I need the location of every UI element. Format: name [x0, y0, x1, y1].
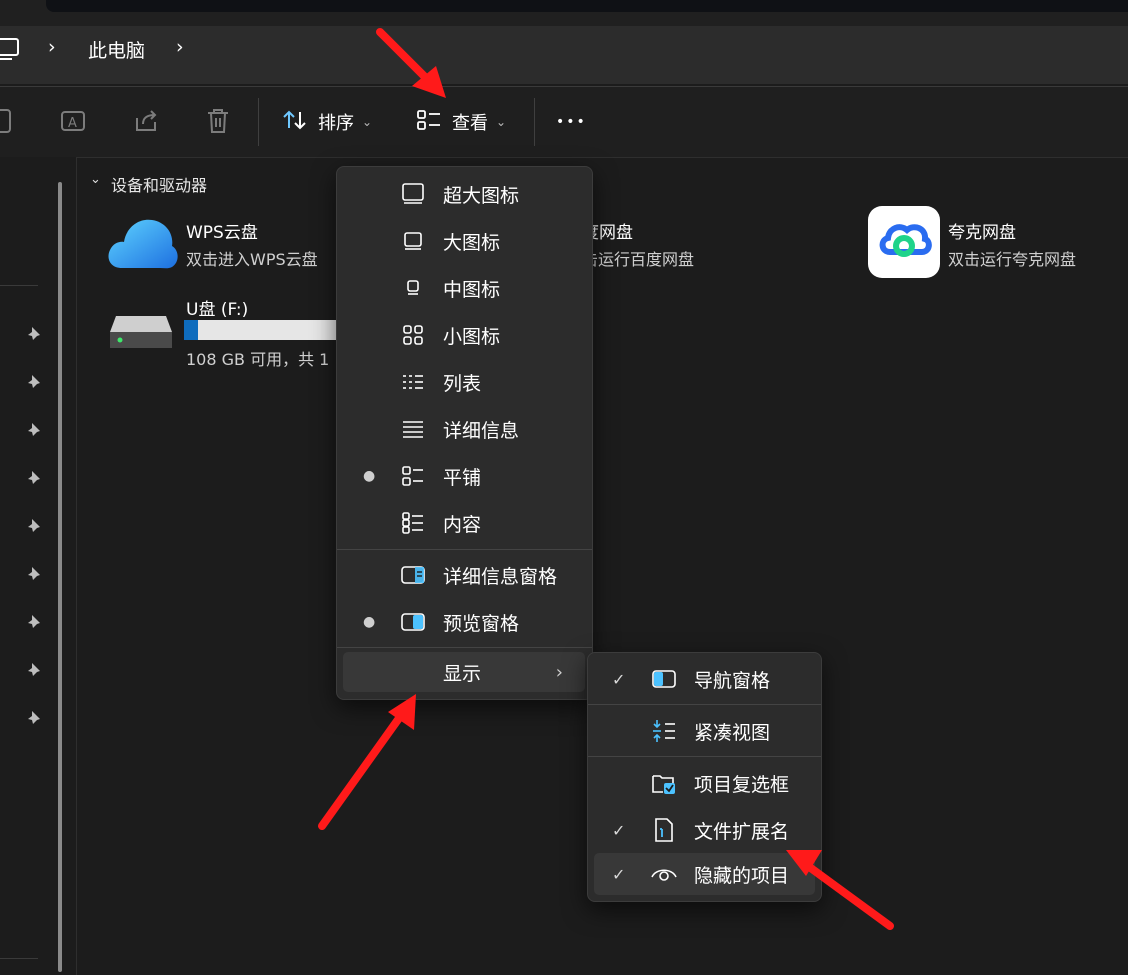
show-submenu: ✓ 导航窗格 紧凑视图 项目复选框 ✓ 文件扩展名 ✓ 隐藏的项目: [587, 652, 822, 902]
medium-icons-icon: [399, 274, 427, 302]
submenu-item-item-checkboxes[interactable]: 项目复选框: [588, 760, 821, 806]
menu-item-medium-icons[interactable]: 中图标: [337, 265, 592, 311]
section-title[interactable]: 设备和驱动器: [111, 172, 207, 196]
tab-strip: [46, 0, 1128, 12]
share-icon[interactable]: [133, 108, 161, 140]
file-extension-icon: [650, 816, 678, 844]
sort-icon: [282, 108, 308, 137]
content-icon: [399, 509, 427, 537]
menu-item-show[interactable]: 显示 ›: [343, 652, 585, 692]
menu-separator: [588, 756, 821, 757]
usb-drive-icon: [108, 312, 174, 356]
submenu-item-navigation-pane[interactable]: ✓ 导航窗格: [588, 656, 821, 702]
view-menu: 超大图标 大图标 中图标 小图标 列表 详细信息 ● 平铺 内容 详细信息窗格 …: [336, 166, 593, 700]
pin-icon[interactable]: [24, 564, 44, 584]
computer-icon[interactable]: [0, 36, 20, 62]
more-options-button[interactable]: •••: [556, 98, 587, 146]
selected-dot-icon: ●: [363, 614, 376, 630]
large-icons-icon: [399, 227, 427, 255]
quark-cloud-icon: [868, 206, 940, 282]
menu-item-large-icons[interactable]: 大图标: [337, 218, 592, 264]
hidden-items-icon: [650, 860, 678, 888]
details-pane-icon: [399, 561, 427, 589]
view-button[interactable]: 查看 ⌄: [416, 98, 506, 146]
menu-separator: [337, 549, 592, 550]
chevron-right-icon: ›: [555, 661, 563, 683]
pin-icon[interactable]: [24, 468, 44, 488]
pin-icon[interactable]: [24, 324, 44, 344]
menu-item-list[interactable]: 列表: [337, 359, 592, 405]
drive-description: 双击进入WPS云盘: [186, 250, 318, 269]
sort-button[interactable]: 排序 ⌄: [282, 98, 372, 146]
section-collapse-icon[interactable]: ⌄: [90, 172, 101, 187]
annotation-arrow-show: [318, 694, 416, 830]
drive-description: 双击运行夸克网盘: [948, 250, 1077, 269]
delete-icon[interactable]: [205, 108, 231, 140]
drive-name: U盘 (F:): [186, 300, 249, 320]
usb-drive-f[interactable]: U盘 (F:) 108 GB 可用，共 1: [104, 292, 344, 372]
pin-icon[interactable]: [24, 612, 44, 632]
wps-cloud-icon: [104, 210, 180, 278]
rename-icon[interactable]: A: [60, 108, 88, 140]
chevron-down-icon: ⌄: [496, 115, 507, 129]
drive-usage-fill: [184, 320, 199, 340]
svg-text:A: A: [68, 116, 77, 131]
wps-cloud-drive[interactable]: WPS云盘 双击进入WPS云盘: [104, 210, 344, 280]
breadcrumb-chevron[interactable]: ›: [176, 36, 184, 58]
pin-icon[interactable]: [24, 516, 44, 536]
drive-name: 夸克网盘: [948, 223, 1016, 243]
details-icon: [399, 415, 427, 443]
menu-item-content[interactable]: 内容: [337, 500, 592, 546]
navigation-pane-icon: [650, 665, 678, 693]
pin-icon[interactable]: [24, 708, 44, 728]
extra-large-icons-icon: [399, 180, 427, 208]
pin-icon[interactable]: [24, 660, 44, 680]
quark-netdisk-drive[interactable]: 夸克网盘 双击运行夸克网盘: [868, 206, 1118, 280]
tiles-view-icon: [416, 108, 442, 137]
tiles-icon: [399, 462, 427, 490]
drive-description: 击运行百度网盘: [582, 250, 695, 269]
menu-separator: [588, 704, 821, 705]
breadcrumb-separator[interactable]: ›: [48, 36, 56, 58]
nav-divider: [0, 285, 38, 286]
list-icon: [399, 368, 427, 396]
menu-separator: [337, 647, 592, 648]
drive-name: WPS云盘: [186, 223, 258, 243]
copy-icon[interactable]: [0, 108, 14, 140]
menu-item-details-pane[interactable]: 详细信息窗格: [337, 552, 592, 598]
item-checkbox-icon: [650, 769, 678, 797]
preview-pane-icon: [399, 608, 427, 636]
checkmark-icon: ✓: [612, 669, 626, 689]
drive-usage-bar: [184, 320, 344, 340]
small-icons-icon: [399, 321, 427, 349]
more-icon: •••: [556, 114, 587, 130]
chevron-down-icon: ⌄: [362, 115, 373, 129]
menu-item-preview-pane[interactable]: ● 预览窗格: [337, 599, 592, 645]
checkmark-icon: ✓: [612, 864, 626, 884]
view-label: 查看: [452, 113, 488, 134]
submenu-item-hidden-items[interactable]: ✓ 隐藏的项目: [594, 853, 815, 895]
menu-item-small-icons[interactable]: 小图标: [337, 312, 592, 358]
compact-view-icon: [650, 717, 678, 745]
sort-label: 排序: [318, 113, 354, 134]
checkmark-icon: ✓: [612, 820, 626, 840]
pin-icon[interactable]: [24, 372, 44, 392]
toolbar-divider: [534, 98, 535, 146]
drive-description: 108 GB 可用，共 1: [186, 350, 330, 369]
selected-dot-icon: ●: [363, 468, 376, 484]
breadcrumb-this-pc[interactable]: 此电脑: [88, 36, 145, 63]
menu-item-extra-large-icons[interactable]: 超大图标: [337, 171, 592, 217]
nav-scrollbar[interactable]: [58, 182, 62, 972]
submenu-item-file-extensions[interactable]: ✓ 文件扩展名: [588, 807, 821, 853]
pin-icon[interactable]: [24, 420, 44, 440]
address-bar[interactable]: [0, 26, 1128, 84]
nav-divider: [0, 958, 38, 959]
menu-item-details[interactable]: 详细信息: [337, 406, 592, 452]
submenu-item-compact-view[interactable]: 紧凑视图: [588, 708, 821, 754]
menu-item-tiles[interactable]: ● 平铺: [337, 453, 592, 499]
toolbar-divider: [258, 98, 259, 146]
